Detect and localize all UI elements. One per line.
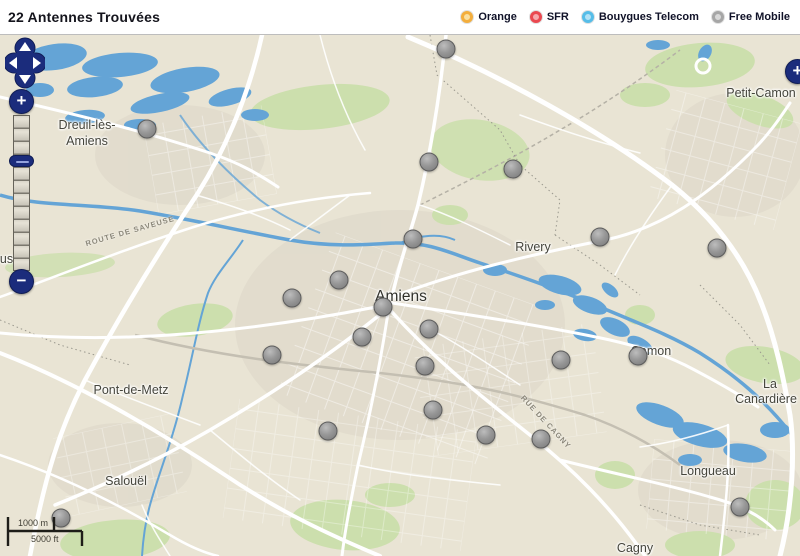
map-scale: 1000 m 5000 ft — [5, 514, 97, 550]
antenna-marker[interactable] — [731, 498, 750, 517]
antenna-marker[interactable] — [708, 239, 727, 258]
operator-color-icon — [712, 11, 724, 23]
header: 22 Antennes Trouvées Orange SFR Bouygues T… — [0, 0, 800, 35]
place-label: Dreuil-lès- — [59, 118, 116, 132]
legend-item-label: Free Mobile — [729, 11, 790, 23]
place-label: Canardière — [735, 392, 797, 406]
legend-item-label: Bouygues Telecom — [599, 11, 699, 23]
place-label: Salouël — [105, 474, 147, 488]
legend-item-sfr[interactable]: SFR — [530, 11, 569, 23]
page-title: 22 Antennes Trouvées — [8, 9, 160, 25]
antenna-marker[interactable] — [353, 328, 372, 347]
antenna-marker[interactable] — [629, 347, 648, 366]
operator-color-icon — [530, 11, 542, 23]
antenna-marker[interactable] — [374, 298, 393, 317]
operator-color-icon — [461, 11, 473, 23]
antenna-marker[interactable] — [420, 153, 439, 172]
antenna-marker[interactable] — [552, 351, 571, 370]
place-label: Pont-de-Metz — [93, 383, 168, 397]
zoom-out-button[interactable]: − — [9, 269, 34, 294]
antenna-marker[interactable] — [263, 346, 282, 365]
legend-item-label: SFR — [547, 11, 569, 23]
antenna-marker[interactable] — [591, 228, 610, 247]
zoom-slider-handle[interactable] — [9, 155, 34, 167]
pan-control[interactable] — [5, 37, 45, 89]
antenna-marker[interactable] — [283, 289, 302, 308]
legend-item-free-mobile[interactable]: Free Mobile — [712, 11, 790, 23]
antenna-marker[interactable] — [330, 271, 349, 290]
legend-item-bouygues-telecom[interactable]: Bouygues Telecom — [582, 11, 699, 23]
antenna-marker[interactable] — [404, 230, 423, 249]
legend-item-label: Orange — [478, 11, 517, 23]
legend-item-orange[interactable]: Orange — [461, 11, 517, 23]
antenna-marker[interactable] — [504, 160, 523, 179]
zoom-in-button[interactable]: + — [9, 89, 34, 114]
antenna-marker[interactable] — [532, 430, 551, 449]
antenna-marker[interactable] — [424, 401, 443, 420]
antenna-marker[interactable] — [477, 426, 496, 445]
operator-color-icon — [582, 11, 594, 23]
antenna-map-app: 22 Antennes Trouvées Orange SFR Bouygues T… — [0, 0, 800, 556]
antenna-marker[interactable] — [138, 120, 157, 139]
zoom-slider-track[interactable] — [13, 115, 30, 271]
map-container[interactable]: Dreuil-lès-AmiensAmiensRiveryCamonPetit-… — [0, 35, 800, 556]
antenna-marker[interactable] — [416, 357, 435, 376]
place-label: Rivery — [515, 240, 550, 254]
place-label: La — [763, 377, 777, 391]
place-label: Petit-Camon — [726, 86, 795, 100]
antenna-marker[interactable] — [420, 320, 439, 339]
antenna-marker[interactable] — [437, 40, 456, 59]
place-label: Amiens — [66, 134, 108, 148]
scale-metric-label: 1000 m — [18, 518, 48, 528]
place-label: Cagny — [617, 541, 653, 555]
antenna-marker[interactable] — [319, 422, 338, 441]
legend: Orange SFR Bouygues Telecom Free Mobile — [461, 11, 790, 23]
place-label: Longueau — [680, 464, 736, 478]
scale-imperial-label: 5000 ft — [31, 534, 59, 544]
